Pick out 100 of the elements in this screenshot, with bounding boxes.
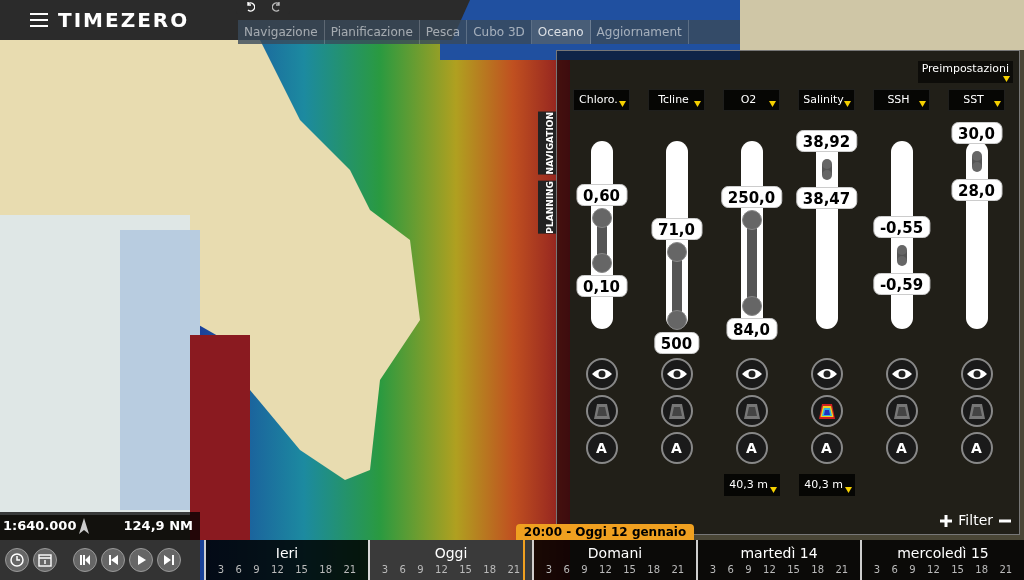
menu-icon[interactable] xyxy=(30,13,48,27)
plus-icon[interactable] xyxy=(940,514,953,527)
play-icon xyxy=(135,554,147,566)
slider-thumb[interactable] xyxy=(666,309,687,330)
hour-tick: 15 xyxy=(459,563,472,577)
value-tooltip: 84,0 xyxy=(726,318,777,341)
hour-tick: 3 xyxy=(381,563,389,577)
dropdown-arrow-icon xyxy=(694,101,701,107)
day-segment[interactable]: martedì 14 3 6 9 12 15 18 21 xyxy=(696,540,860,580)
hour-tick: 12 xyxy=(763,563,776,577)
layer-dropdown[interactable]: Tcline xyxy=(648,89,705,111)
hour-tick: 6 xyxy=(563,563,570,577)
hour-tick: 12 xyxy=(435,563,448,577)
layer-dropdown[interactable]: Salinity xyxy=(798,89,855,111)
hour-tick: 18 xyxy=(483,563,497,577)
slider-thumb[interactable] xyxy=(741,296,762,317)
hour-tick: 21 xyxy=(999,563,1013,577)
range-text: 124,9 NM xyxy=(123,517,194,536)
shape-icon xyxy=(892,402,911,420)
hour-tick: 9 xyxy=(417,563,424,577)
time-marker[interactable] xyxy=(522,540,525,580)
north-arrow-icon xyxy=(79,518,90,534)
value-tooltip: -0,55 xyxy=(872,216,931,239)
hour-tick: 12 xyxy=(271,563,284,577)
color-shape-icon xyxy=(817,402,836,420)
hour-tick: 18 xyxy=(319,563,333,577)
hour-tick: 21 xyxy=(343,563,357,577)
layer-dropdown[interactable]: O2 xyxy=(723,89,780,111)
layer-dropdown[interactable]: SST xyxy=(948,89,1005,111)
calendar-icon xyxy=(38,553,52,567)
hour-tick: 15 xyxy=(787,563,800,577)
dropdown-arrow-icon xyxy=(1003,76,1010,82)
hour-tick: 21 xyxy=(835,563,849,577)
hour-tick: 18 xyxy=(975,563,989,577)
hour-tick: 15 xyxy=(951,563,964,577)
slider-thumb[interactable] xyxy=(821,169,832,180)
hour-tick: 3 xyxy=(545,563,553,577)
day-segment[interactable]: mercoledì 15 3 6 9 12 15 18 21 xyxy=(860,540,1024,580)
dropdown-arrow-icon xyxy=(769,101,776,107)
dropdown-arrow-icon xyxy=(994,101,1001,107)
skip-forward-icon xyxy=(163,554,175,566)
side-tab[interactable]: PLANNING xyxy=(538,180,556,234)
hour-tick: 18 xyxy=(811,563,825,577)
value-tooltip: 30,0 xyxy=(951,122,1002,145)
slider-thumb[interactable] xyxy=(821,158,832,169)
hour-tick: 9 xyxy=(745,563,752,577)
eye-icon xyxy=(740,368,763,380)
dropdown-arrow-icon xyxy=(769,487,777,493)
slider-thumb[interactable] xyxy=(591,253,612,274)
eye-icon xyxy=(815,368,838,380)
hour-tick: 9 xyxy=(909,563,916,577)
hour-tick: 3 xyxy=(873,563,881,577)
slider-thumb[interactable] xyxy=(896,256,907,267)
hour-tick: 6 xyxy=(235,563,242,577)
step-back-button[interactable] xyxy=(101,548,125,572)
value-tooltip: 28,0 xyxy=(951,179,1002,202)
ribbon-tab[interactable]: Aggiornament xyxy=(590,20,689,44)
dropdown-arrow-icon xyxy=(619,101,626,107)
layer-dropdown[interactable]: SSH xyxy=(873,89,930,111)
step-back-icon xyxy=(107,554,119,566)
slider-thumb[interactable] xyxy=(666,241,687,262)
skip-back-button[interactable] xyxy=(73,548,97,572)
side-tab[interactable]: NAVIGATION xyxy=(538,112,556,175)
slider-thumb[interactable] xyxy=(971,151,982,162)
current-time-label: 20:00 - Oggi 12 gennaio xyxy=(515,524,695,540)
hour-tick: 15 xyxy=(295,563,308,577)
presets-dropdown[interactable]: Preimpostazioni xyxy=(917,61,1013,83)
ribbon-tab[interactable]: Cubo 3D xyxy=(467,20,532,44)
hour-tick: 6 xyxy=(399,563,406,577)
depth-dropdown[interactable]: 40,3 m xyxy=(798,474,855,496)
depth-dropdown[interactable]: 40,3 m xyxy=(723,474,780,496)
clock-button[interactable] xyxy=(5,548,29,572)
hour-tick: 9 xyxy=(253,563,260,577)
undo-icon[interactable] xyxy=(244,2,255,12)
day-segment[interactable]: Oggi 3 6 9 12 15 18 21 xyxy=(368,540,532,580)
ribbon-tab[interactable]: Navigazione xyxy=(238,20,325,44)
slider-thumb[interactable] xyxy=(741,209,762,230)
layer-dropdown[interactable]: Chloro. xyxy=(573,89,630,111)
shape-icon xyxy=(592,402,611,420)
slider-thumb[interactable] xyxy=(971,162,982,173)
value-tooltip: 0,60 xyxy=(576,184,627,207)
slider-thumb[interactable] xyxy=(896,245,907,256)
shape-icon xyxy=(742,402,761,420)
hour-tick: 21 xyxy=(507,563,521,577)
redo-icon[interactable] xyxy=(271,2,282,12)
ribbon-tab[interactable]: Pianificazione xyxy=(324,20,420,44)
hour-tick: 9 xyxy=(581,563,588,577)
shape-icon xyxy=(667,402,686,420)
eye-icon xyxy=(890,368,913,380)
hour-tick: 18 xyxy=(647,563,661,577)
dropdown-arrow-icon xyxy=(844,487,852,493)
hour-tick: 6 xyxy=(891,563,898,577)
play-button[interactable] xyxy=(129,548,153,572)
slider-thumb[interactable] xyxy=(591,208,612,229)
calendar-button[interactable] xyxy=(33,548,57,572)
hour-tick: 15 xyxy=(623,563,636,577)
hour-tick: 3 xyxy=(709,563,717,577)
ribbon-tab[interactable]: Pesca xyxy=(419,20,468,44)
ribbon-tab[interactable]: Oceano xyxy=(531,20,591,44)
skip-forward-button[interactable] xyxy=(157,548,181,572)
